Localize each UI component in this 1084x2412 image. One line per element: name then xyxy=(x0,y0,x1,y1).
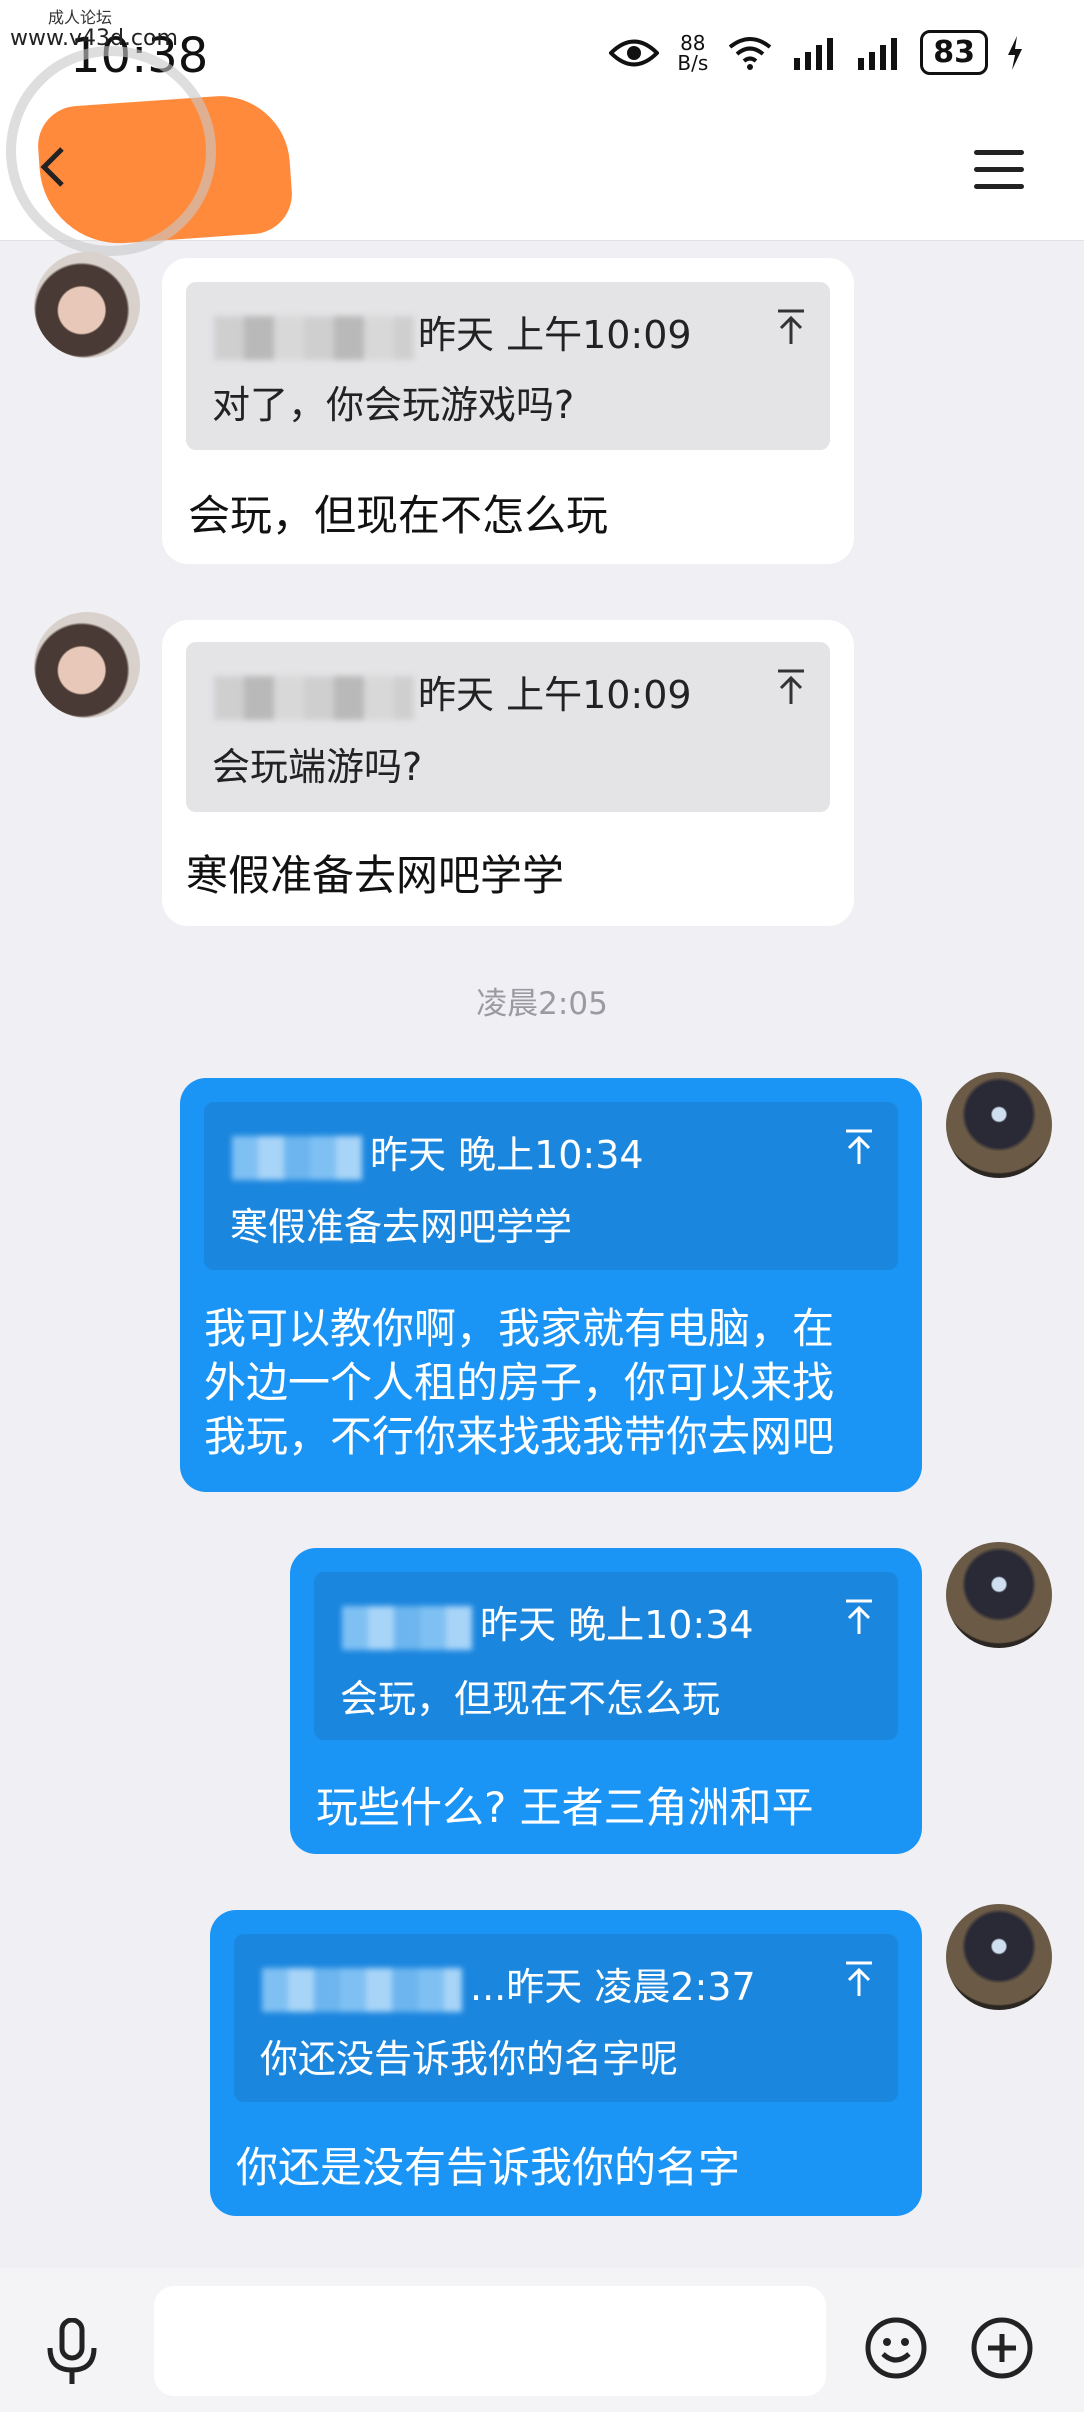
quote-header: ...昨天 凌晨2:37 xyxy=(262,1956,756,2012)
avatar[interactable] xyxy=(34,612,140,718)
pin-top-icon[interactable] xyxy=(844,1128,874,1166)
message-text: 寒假准备去网吧学学 xyxy=(186,851,565,900)
quote-time: 昨天 上午10:09 xyxy=(418,673,692,717)
mic-icon[interactable] xyxy=(44,2318,100,2386)
avatar[interactable] xyxy=(34,252,140,358)
net-speed-unit: B/s xyxy=(677,50,709,75)
avatar[interactable] xyxy=(946,1542,1052,1648)
message-text: 玩些什么? 王者三角洲和平 xyxy=(316,1783,814,1832)
message-line: 我玩，不行你来找我我带你去网吧 xyxy=(204,1412,835,1461)
message-line: 我可以教你啊，我家就有电脑，在 xyxy=(204,1304,835,1353)
quote-time: 昨天 晚上10:34 xyxy=(480,1603,754,1647)
avatar[interactable] xyxy=(946,1072,1052,1178)
message-bubble[interactable]: 昨天 上午10:09 会玩端游吗? 寒假准备去网吧学学 xyxy=(162,620,854,926)
redacted-sender xyxy=(232,1135,362,1180)
eye-icon xyxy=(609,39,660,66)
quote-text: 会玩端游吗? xyxy=(212,745,423,789)
pin-top-icon[interactable] xyxy=(776,308,806,346)
quote-header: 昨天 晚上10:34 xyxy=(342,1594,754,1650)
message-bubble[interactable]: ...昨天 凌晨2:37 你还没告诉我你的名字呢 你还是没有告诉我你的名字 xyxy=(210,1910,922,2216)
pin-top-icon[interactable] xyxy=(844,1960,874,1998)
quote-time: 昨天 晚上10:34 xyxy=(370,1133,644,1177)
watermark-text: 成人论坛 xyxy=(48,8,113,27)
quote-header: 昨天 晚上10:34 xyxy=(232,1124,644,1180)
quote-time: 昨天 上午10:09 xyxy=(418,313,692,357)
avatar[interactable] xyxy=(946,1904,1052,2010)
message-bubble[interactable]: 昨天 晚上10:34 寒假准备去网吧学学 我可以教你啊，我家就有电脑，在 外边一… xyxy=(180,1078,922,1492)
quote-text: 寒假准备去网吧学学 xyxy=(230,1205,573,1249)
net-speed-value: 88 xyxy=(680,30,706,55)
message-line: 外边一个人租的房子，你可以来找 xyxy=(204,1358,835,1407)
quoted-message[interactable]: 昨天 上午10:09 对了，你会玩游戏吗? xyxy=(186,282,830,450)
quote-text: 对了，你会玩游戏吗? xyxy=(212,383,575,427)
battery-indicator: 83 xyxy=(920,30,988,75)
quote-time: ...昨天 凌晨2:37 xyxy=(470,1965,756,2009)
message-bubble[interactable]: 昨天 晚上10:34 会玩，但现在不怎么玩 玩些什么? 王者三角洲和平 xyxy=(290,1548,922,1854)
quote-text: 你还没告诉我你的名字呢 xyxy=(260,2037,679,2081)
menu-icon[interactable] xyxy=(974,150,1024,190)
quoted-message[interactable]: ...昨天 凌晨2:37 你还没告诉我你的名字呢 xyxy=(234,1934,898,2102)
signal-icon xyxy=(794,37,834,70)
pin-top-icon[interactable] xyxy=(776,668,806,706)
redacted-sender xyxy=(214,315,414,360)
quoted-message[interactable]: 昨天 晚上10:34 寒假准备去网吧学学 xyxy=(204,1102,898,1270)
signal-icon-2 xyxy=(858,37,898,70)
emoji-icon[interactable] xyxy=(864,2316,928,2380)
charging-icon xyxy=(1008,35,1022,70)
quote-header: 昨天 上午10:09 xyxy=(214,664,692,720)
quoted-message[interactable]: 昨天 上午10:09 会玩端游吗? xyxy=(186,642,830,812)
quote-text: 会玩，但现在不怎么玩 xyxy=(340,1677,721,1721)
net-speed: 88 B/s xyxy=(677,33,708,73)
redacted-sender xyxy=(342,1605,472,1650)
redacted-sender xyxy=(262,1967,462,2012)
message-text: 我可以教你啊，我家就有电脑，在 外边一个人租的房子，你可以来找 我玩，不行你来找… xyxy=(204,1302,834,1464)
quoted-message[interactable]: 昨天 晚上10:34 会玩，但现在不怎么玩 xyxy=(314,1572,898,1740)
message-text: 会玩，但现在不怎么玩 xyxy=(188,491,609,540)
message-text: 你还是没有告诉我你的名字 xyxy=(236,2143,741,2192)
message-input[interactable] xyxy=(154,2286,826,2396)
chat-header: 10:38 88 B/s 83 成人论坛 www.v43d.com xyxy=(0,0,1084,256)
pin-top-icon[interactable] xyxy=(844,1598,874,1636)
time-separator: 凌晨2:05 xyxy=(476,986,608,1022)
plus-icon[interactable] xyxy=(970,2316,1034,2380)
status-icons: 88 B/s 83 xyxy=(609,30,1024,75)
message-bubble[interactable]: 昨天 上午10:09 对了，你会玩游戏吗? 会玩，但现在不怎么玩 xyxy=(162,258,854,564)
watermark-logo xyxy=(6,46,216,256)
redacted-sender xyxy=(214,675,414,720)
wifi-icon xyxy=(729,36,772,70)
quote-header: 昨天 上午10:09 xyxy=(214,304,692,360)
